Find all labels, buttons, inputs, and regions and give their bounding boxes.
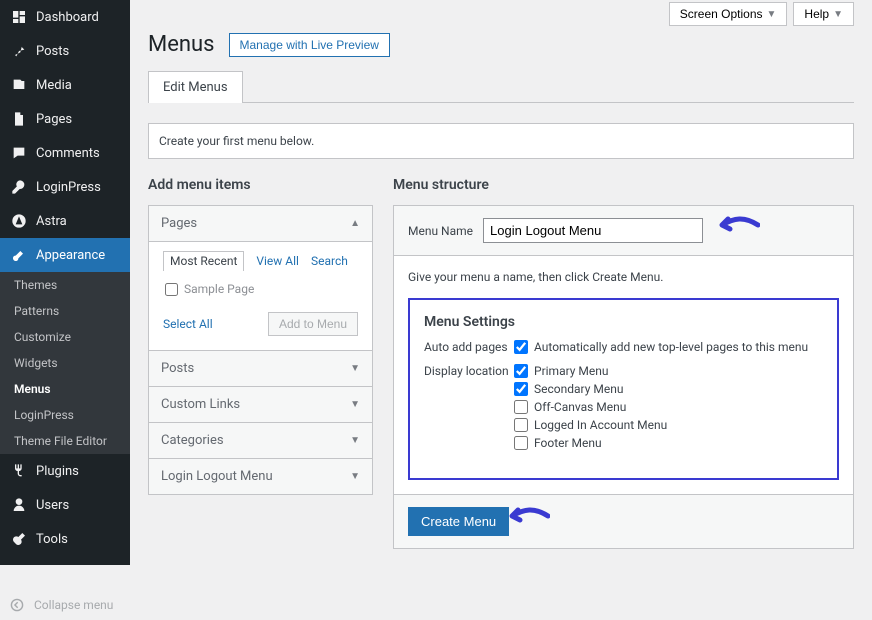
menu-settings-title: Menu Settings	[424, 314, 823, 330]
tabs: Edit Menus	[148, 71, 854, 103]
live-preview-button[interactable]: Manage with Live Preview	[229, 33, 390, 57]
display-location-label: Display location	[424, 364, 514, 454]
sidebar-item-users[interactable]: Users	[0, 488, 130, 522]
sidebar-item-loginpress[interactable]: LoginPress	[0, 170, 130, 204]
sidebar-subitem-theme-file-editor[interactable]: Theme File Editor	[0, 428, 130, 454]
sidebar-item-plugins[interactable]: Plugins	[0, 454, 130, 488]
media-icon	[10, 76, 28, 94]
location-footer-menu[interactable]: Footer Menu	[514, 436, 823, 450]
admin-sidebar: Dashboard Posts Media Pages Comments LoginPre…	[0, 0, 130, 565]
tools-icon	[10, 530, 28, 548]
sidebar-item-settings[interactable]: Settings	[0, 556, 130, 590]
annotation-arrow-icon	[504, 505, 550, 527]
sidebar-item-label: Settings	[36, 566, 83, 581]
annotation-arrow-icon	[714, 214, 760, 236]
sidebar-item-label: Dashboard	[36, 10, 99, 25]
menu-panel: Menu Name Give your menu a name, then cl…	[393, 205, 854, 549]
accordion-toggle[interactable]: Pages▲	[149, 206, 372, 241]
auto-add-label: Auto add pages	[424, 340, 514, 358]
collapse-icon	[10, 598, 28, 612]
pin-icon	[10, 42, 28, 60]
chevron-down-icon: ▼	[767, 9, 777, 20]
user-icon	[10, 496, 28, 514]
chevron-down-icon: ▼	[350, 435, 360, 446]
subtab-view-all[interactable]: View All	[256, 254, 299, 268]
settings-icon	[10, 564, 28, 582]
add-to-menu-button[interactable]: Add to Menu	[268, 312, 358, 336]
plugin-icon	[10, 462, 28, 480]
sidebar-item-label: Pages	[36, 112, 72, 127]
sidebar-subitem-widgets[interactable]: Widgets	[0, 350, 130, 376]
accordion-login-logout-menu: Login Logout Menu▼	[148, 458, 373, 495]
help-button[interactable]: Help▼	[793, 2, 854, 26]
location-off-canvas-menu[interactable]: Off-Canvas Menu	[514, 400, 823, 414]
page-icon	[10, 110, 28, 128]
sidebar-item-label: Plugins	[36, 464, 79, 479]
page-option[interactable]: Sample Page	[153, 276, 368, 302]
accordion-toggle[interactable]: Login Logout Menu▼	[149, 459, 372, 494]
accordion-categories: Categories▼	[148, 422, 373, 459]
add-items-heading: Add menu items	[148, 177, 373, 193]
chevron-down-icon: ▼	[350, 363, 360, 374]
main-content: Screen Options▼ Help▼ Menus Manage with …	[130, 0, 872, 565]
subtab-search[interactable]: Search	[311, 254, 348, 268]
sidebar-item-label: Posts	[36, 44, 69, 59]
menu-name-label: Menu Name	[408, 224, 473, 238]
location-logged-in-account-menu[interactable]: Logged In Account Menu	[514, 418, 823, 432]
chevron-down-icon: ▼	[350, 399, 360, 410]
comment-icon	[10, 144, 28, 162]
sidebar-item-appearance[interactable]: Appearance	[0, 238, 130, 272]
hint-text: Give your menu a name, then click Create…	[408, 270, 839, 284]
sidebar-subitem-patterns[interactable]: Patterns	[0, 298, 130, 324]
accordion-custom-links: Custom Links▼	[148, 386, 373, 423]
astra-icon	[10, 212, 28, 230]
sidebar-item-label: Tools	[36, 532, 68, 547]
sidebar-item-label: LoginPress	[36, 180, 101, 195]
screen-options-button[interactable]: Screen Options▼	[669, 2, 788, 26]
sidebar-item-posts[interactable]: Posts	[0, 34, 130, 68]
sidebar-subitem-customize[interactable]: Customize	[0, 324, 130, 350]
accordion-toggle[interactable]: Categories▼	[149, 423, 372, 458]
page-title: Menus	[148, 32, 215, 57]
select-all-link[interactable]: Select All	[163, 317, 213, 331]
accordion-toggle[interactable]: Custom Links▼	[149, 387, 372, 422]
sidebar-item-comments[interactable]: Comments	[0, 136, 130, 170]
collapse-menu[interactable]: Collapse menu	[0, 590, 130, 620]
sidebar-item-pages[interactable]: Pages	[0, 102, 130, 136]
chevron-down-icon: ▼	[350, 471, 360, 482]
sidebar-subitem-loginpress[interactable]: LoginPress	[0, 402, 130, 428]
sidebar-item-dashboard[interactable]: Dashboard	[0, 0, 130, 34]
create-menu-button[interactable]: Create Menu	[408, 507, 509, 536]
sidebar-item-label: Comments	[36, 146, 100, 161]
location-primary-menu[interactable]: Primary Menu	[514, 364, 823, 378]
menu-settings-box: Menu Settings Auto add pages Automatical…	[408, 298, 839, 480]
subtab-most-recent[interactable]: Most Recent	[163, 251, 244, 271]
sidebar-item-label: Astra	[36, 214, 67, 229]
chevron-up-icon: ▲	[350, 218, 360, 229]
sidebar-item-label: Media	[36, 78, 72, 93]
key-icon	[10, 178, 28, 196]
sidebar-item-label: Users	[36, 498, 69, 513]
accordion-toggle[interactable]: Posts▼	[149, 351, 372, 386]
notice: Create your first menu below.	[148, 123, 854, 159]
sidebar-subitem-themes[interactable]: Themes	[0, 272, 130, 298]
sidebar-item-media[interactable]: Media	[0, 68, 130, 102]
brush-icon	[10, 246, 28, 264]
chevron-down-icon: ▼	[833, 9, 843, 20]
menu-name-input[interactable]	[483, 218, 703, 243]
location-secondary-menu[interactable]: Secondary Menu	[514, 382, 823, 396]
sidebar-item-label: Appearance	[36, 248, 105, 263]
dashboard-icon	[10, 8, 28, 26]
collapse-label: Collapse menu	[34, 598, 113, 612]
menu-structure-heading: Menu structure	[393, 177, 854, 193]
tab-edit-menus[interactable]: Edit Menus	[148, 71, 243, 103]
auto-add-option[interactable]: Automatically add new top-level pages to…	[514, 340, 823, 354]
accordion-posts: Posts▼	[148, 350, 373, 387]
sidebar-subitem-menus[interactable]: Menus	[0, 376, 130, 402]
sidebar-item-astra[interactable]: Astra	[0, 204, 130, 238]
sidebar-item-tools[interactable]: Tools	[0, 522, 130, 556]
accordion-pages: Pages▲ Most Recent View All Search Sample Pa…	[148, 205, 373, 351]
